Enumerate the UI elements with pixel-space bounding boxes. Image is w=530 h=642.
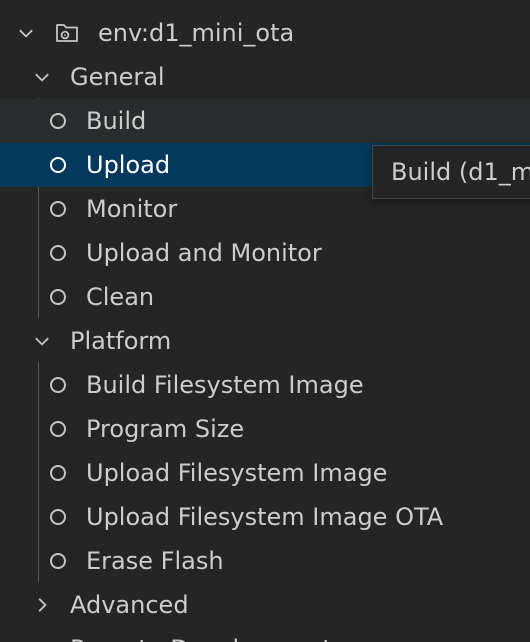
- circle-outline-icon: [50, 421, 66, 437]
- circle-outline-icon: [50, 553, 66, 569]
- tree-item-env[interactable]: env:d1_mini_ota: [0, 11, 530, 55]
- chevron-down-icon[interactable]: [30, 319, 54, 363]
- advanced-label: Advanced: [70, 591, 189, 619]
- task-upload-filesystem-image-ota[interactable]: Upload Filesystem Image OTA: [0, 495, 530, 539]
- chevron-right-icon[interactable]: [30, 627, 54, 642]
- circle-outline-icon: [50, 245, 66, 261]
- circle-outline-icon: [50, 157, 66, 173]
- general-label: General: [70, 63, 165, 91]
- task-upload-filesystem-image[interactable]: Upload Filesystem Image: [0, 451, 530, 495]
- project-tasks-tree: env:d1_mini_ota General Build Upload Mon…: [0, 0, 530, 642]
- task-build[interactable]: Build: [0, 99, 530, 143]
- hover-tooltip: Build (d1_mini_ota): [372, 145, 530, 199]
- circle-outline-icon: [50, 465, 66, 481]
- task-label: Upload Filesystem Image OTA: [86, 503, 444, 531]
- circle-outline-icon: [50, 509, 66, 525]
- platform-label: Platform: [70, 327, 172, 355]
- task-label: Build: [86, 107, 147, 135]
- task-build-filesystem-image[interactable]: Build Filesystem Image: [0, 363, 530, 407]
- remote-development-label: Remote Development: [70, 627, 332, 642]
- task-label: Program Size: [86, 415, 245, 443]
- task-program-size[interactable]: Program Size: [0, 407, 530, 451]
- task-label: Clean: [86, 283, 155, 311]
- circle-outline-icon: [50, 377, 66, 393]
- circle-outline-icon: [50, 289, 66, 305]
- circle-outline-icon: [50, 113, 66, 129]
- task-label: Upload: [86, 151, 171, 179]
- tree-item-platform[interactable]: Platform: [0, 319, 530, 363]
- tree-item-general[interactable]: General: [0, 55, 530, 99]
- chevron-down-icon[interactable]: [14, 11, 38, 55]
- tree-item-remote-development[interactable]: Remote Development: [0, 627, 530, 642]
- task-erase-flash[interactable]: Erase Flash: [0, 539, 530, 583]
- task-label: Upload Filesystem Image: [86, 459, 388, 487]
- task-label: Upload and Monitor: [86, 239, 322, 267]
- tree-item-advanced[interactable]: Advanced: [0, 583, 530, 627]
- chevron-down-icon[interactable]: [30, 55, 54, 99]
- task-clean[interactable]: Clean: [0, 275, 530, 319]
- task-label: Build Filesystem Image: [86, 371, 364, 399]
- circle-outline-icon: [50, 201, 66, 217]
- env-label: env:d1_mini_ota: [98, 19, 295, 47]
- task-upload-and-monitor[interactable]: Upload and Monitor: [0, 231, 530, 275]
- folder-gear-icon: [56, 24, 78, 42]
- chevron-right-icon[interactable]: [30, 583, 54, 627]
- task-label: Monitor: [86, 195, 178, 223]
- task-label: Erase Flash: [86, 547, 224, 575]
